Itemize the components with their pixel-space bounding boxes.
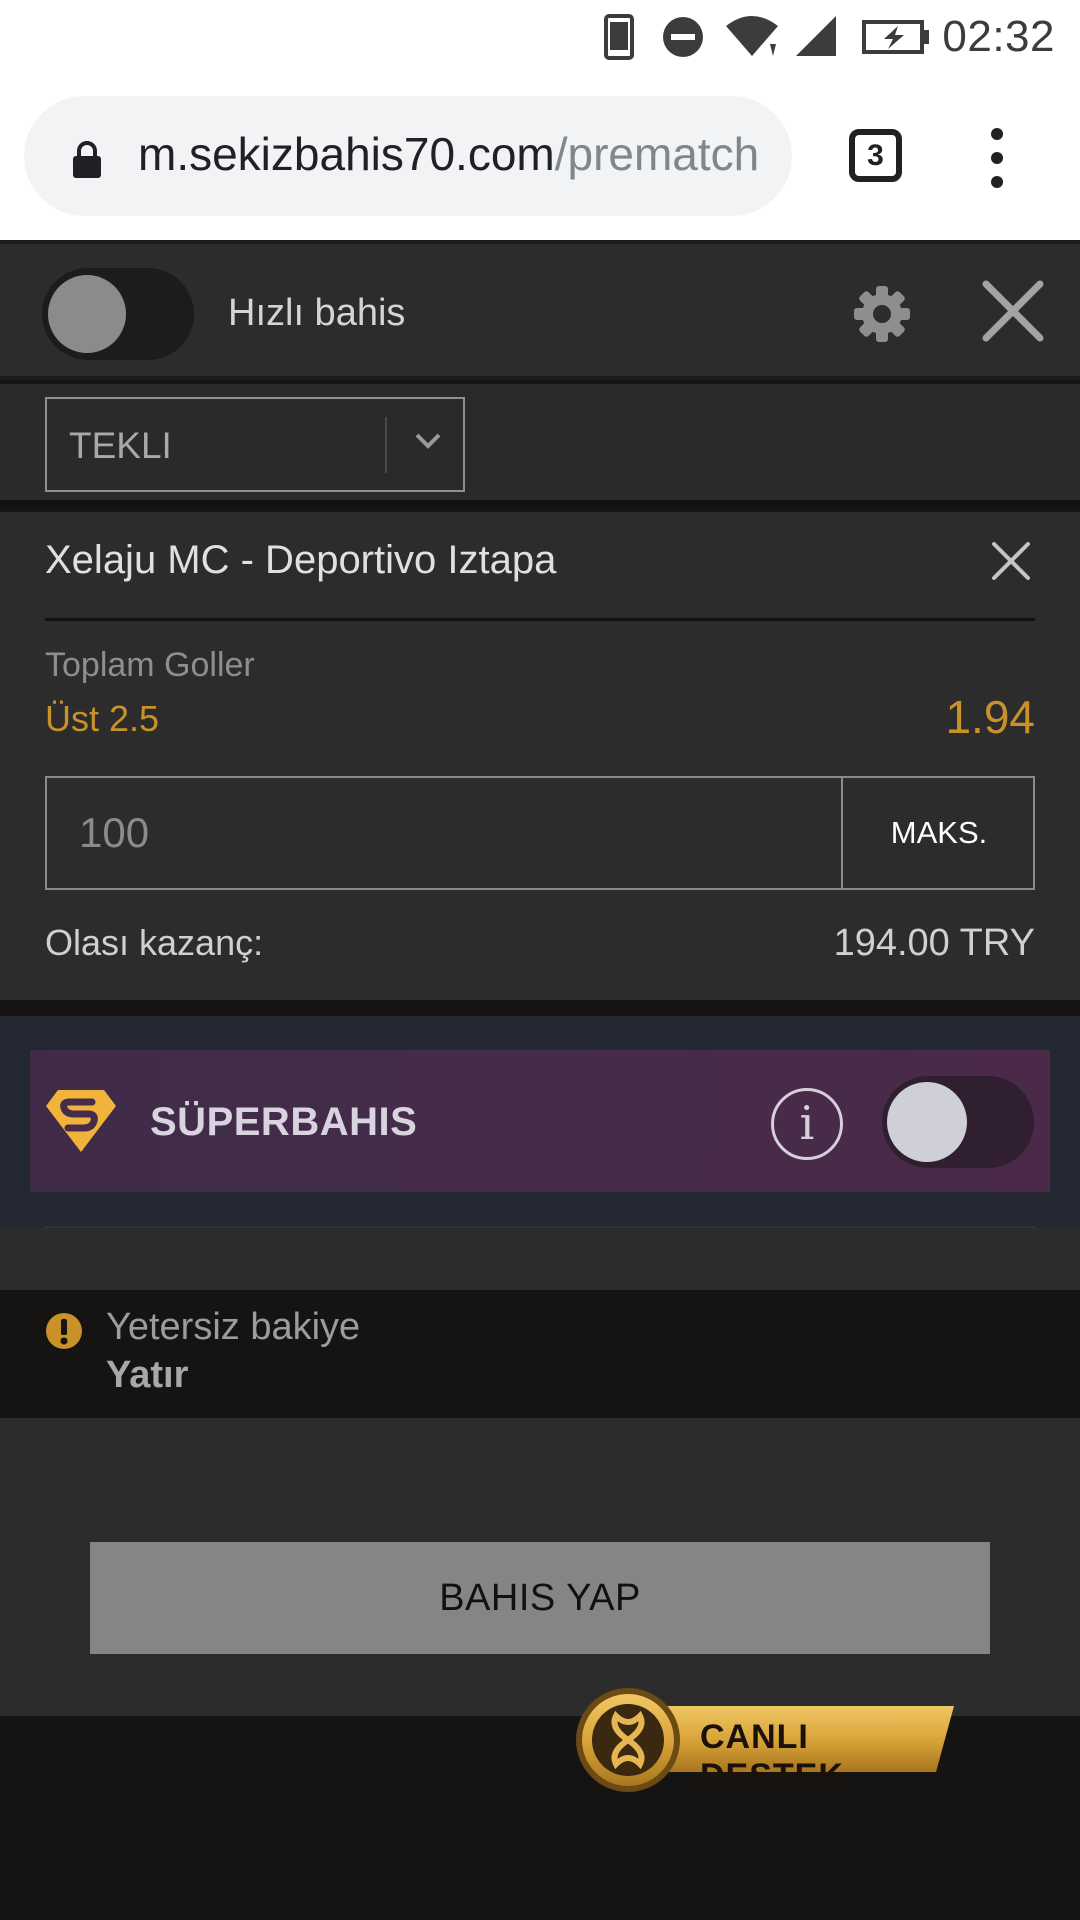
toggle-knob [887, 1082, 967, 1162]
possible-win-label: Olası kazanç: [45, 922, 264, 963]
superbahis-toggle[interactable] [882, 1076, 1034, 1168]
do-not-disturb-icon [663, 17, 703, 57]
alert-icon [46, 1313, 82, 1349]
possible-win-value: 194.00 TRY [833, 922, 1035, 964]
toggle-knob [48, 275, 126, 353]
max-stake-button[interactable]: MAKS. [841, 778, 1035, 888]
event-title: Xelaju MC - Deportivo Iztapa [45, 538, 557, 582]
superbahis-label: SÜPERBAHIS [150, 1100, 418, 1144]
url-path: /prematch [554, 128, 760, 180]
selection-name: Üst 2.5 [45, 698, 160, 739]
wifi-icon [726, 16, 778, 56]
insufficient-balance-text: Yetersiz bakiye [106, 1306, 361, 1348]
superbahis-banner: SÜPERBAHIS i [30, 1050, 1050, 1192]
bet-type-value: TEKLI [69, 425, 172, 466]
url-host: m.sekizbahis70.com [138, 128, 555, 180]
live-support-label-2: DESTEK [700, 1757, 844, 1795]
battery-charging-icon [862, 20, 929, 54]
status-bar: 02:32 [0, 0, 1080, 80]
live-support-label: CANLI DESTEK [700, 1718, 956, 1796]
place-bet-button[interactable]: BAHIS YAP [90, 1542, 990, 1654]
phone-icon [604, 14, 634, 60]
remove-bet-icon[interactable] [990, 540, 1032, 582]
market-name: Toplam Goller [45, 646, 255, 684]
superbahis-logo-icon [46, 1090, 116, 1152]
url-text: m.sekizbahis70.com/prematch [138, 124, 786, 184]
live-support-button[interactable]: CANLI DESTEK [576, 1686, 956, 1796]
gear-icon[interactable] [852, 284, 912, 344]
place-bet-section: BAHIS YAP [0, 1418, 1080, 1716]
odds-value: 1.94 [945, 691, 1035, 743]
bet-card: Xelaju MC - Deportivo Iztapa Toplam Goll… [0, 512, 1080, 1000]
select-divider [385, 417, 387, 473]
close-icon[interactable] [980, 278, 1046, 344]
browser-toolbar: m.sekizbahis70.com/prematch 3 [0, 80, 1080, 240]
quick-bet-toggle[interactable] [42, 268, 194, 360]
divider [45, 618, 1035, 621]
balance-warning: Yetersiz bakiye Yatır [0, 1290, 1080, 1418]
bet-type-row: TEKLI [0, 384, 1080, 506]
deposit-link[interactable]: Yatır [106, 1354, 188, 1397]
stake-input[interactable] [47, 778, 841, 888]
info-icon[interactable]: i [771, 1088, 843, 1160]
quick-bet-label: Hızlı bahis [228, 292, 406, 334]
address-bar[interactable]: m.sekizbahis70.com/prematch [24, 96, 792, 216]
betslip-header: Hızlı bahis [0, 240, 1080, 380]
signal-icon [796, 16, 836, 56]
live-support-label-1: CANLI [700, 1718, 809, 1756]
bet-type-select[interactable]: TEKLI [45, 397, 465, 492]
chevron-down-icon [415, 433, 441, 449]
superbahis-section: SÜPERBAHIS i [0, 1016, 1080, 1228]
spacer [0, 1228, 1080, 1290]
overflow-menu-icon[interactable] [985, 128, 1009, 188]
stake-box: MAKS. [45, 776, 1035, 890]
lock-icon [73, 141, 101, 178]
tab-switcher-button[interactable]: 3 [849, 129, 902, 182]
status-time: 02:32 [942, 12, 1055, 61]
